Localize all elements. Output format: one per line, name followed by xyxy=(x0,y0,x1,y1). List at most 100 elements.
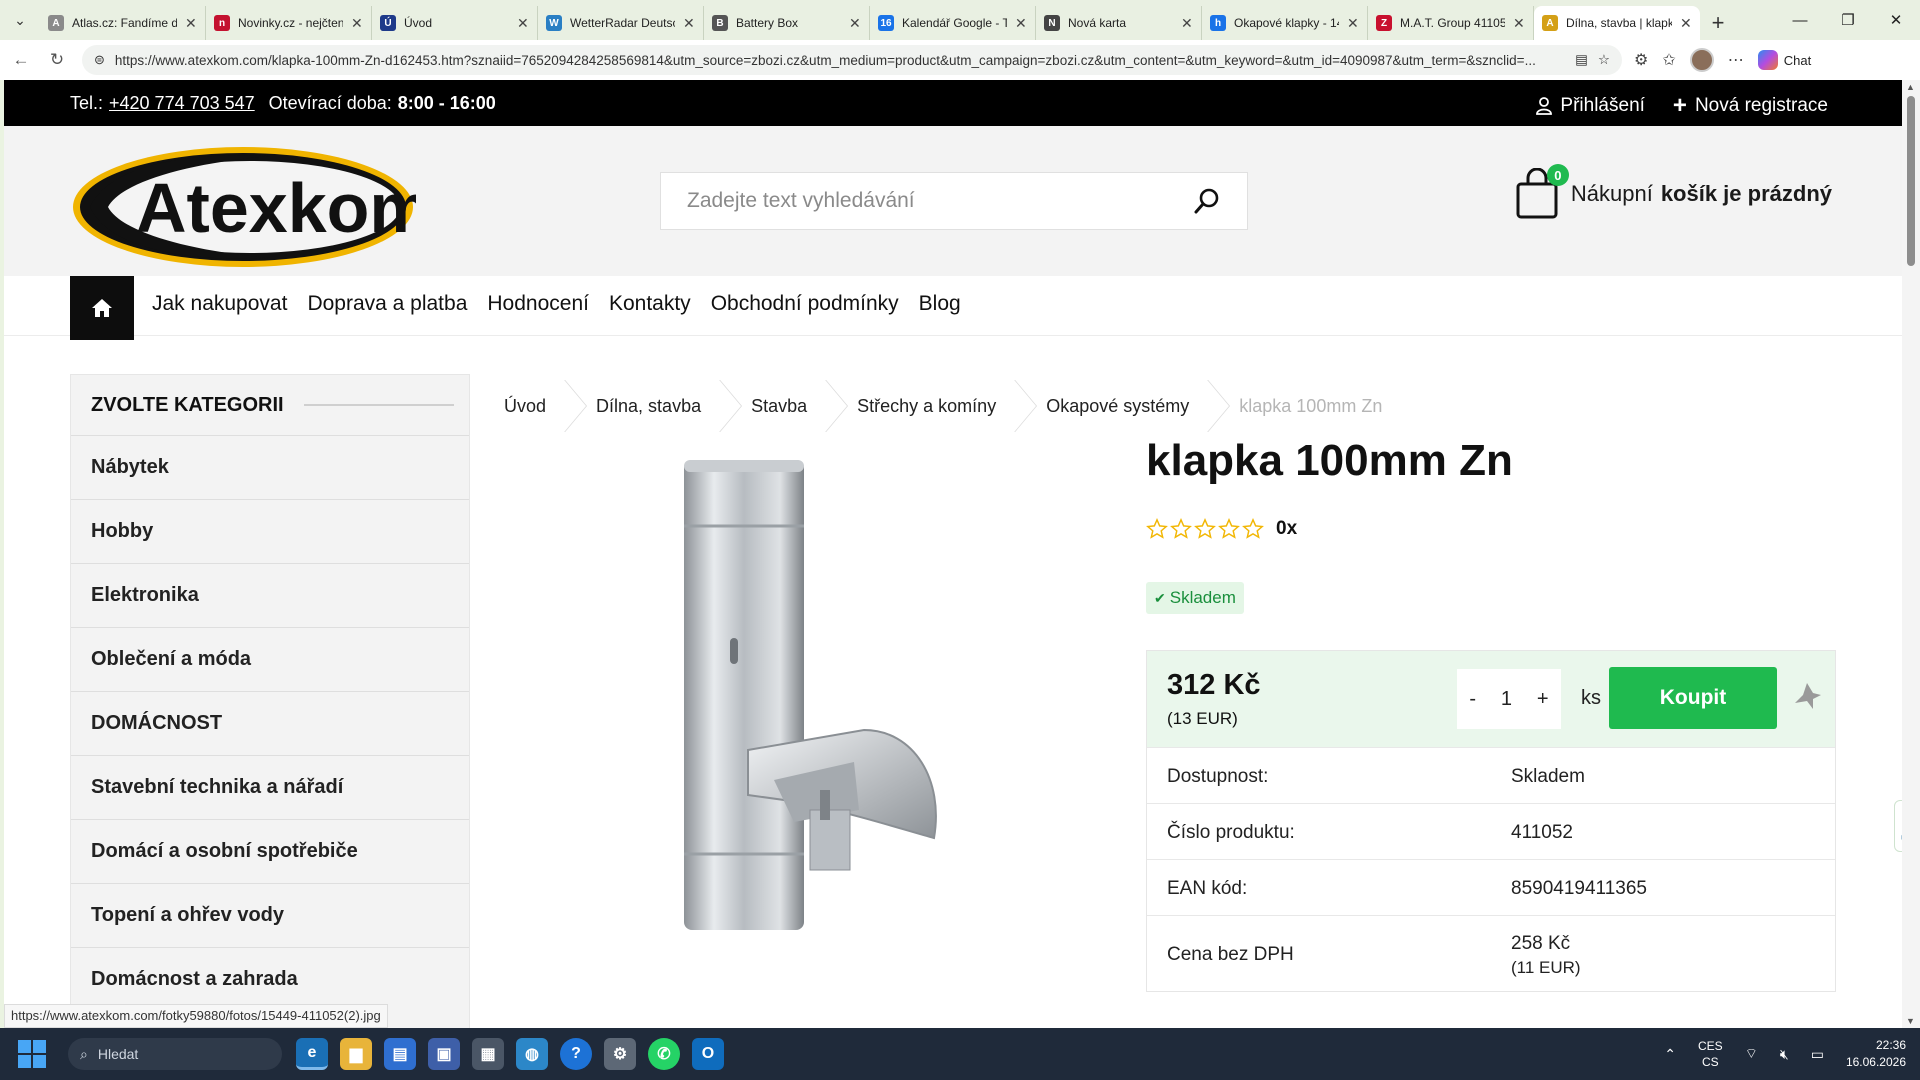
qty-plus-button[interactable]: + xyxy=(1537,688,1549,711)
browser-tab[interactable]: n Novinky.cz - nejčten ✕ xyxy=(206,6,372,40)
minimize-icon[interactable]: — xyxy=(1776,0,1824,40)
rating-stars[interactable]: 0x xyxy=(1146,518,1297,540)
tab-close-icon[interactable]: ✕ xyxy=(849,15,861,32)
network-globe-icon[interactable]: ◍ xyxy=(516,1038,548,1070)
edge-icon[interactable]: e xyxy=(296,1038,328,1070)
url-field[interactable]: ⊜ https://www.atexkom.com/klapka-100mm-Z… xyxy=(82,45,1622,75)
tab-list-chevron-icon[interactable]: ⌄ xyxy=(0,0,40,40)
url-text[interactable]: https://www.atexkom.com/klapka-100mm-Zn-… xyxy=(115,53,1565,68)
site-info-icon[interactable]: ⊜ xyxy=(94,52,105,68)
tab-close-icon[interactable]: ✕ xyxy=(1680,15,1692,32)
breadcrumb-link[interactable]: Střechy a komíny xyxy=(857,380,1046,432)
browser-tab[interactable]: 16 Kalendář Google - T ✕ xyxy=(870,6,1036,40)
close-window-icon[interactable]: ✕ xyxy=(1872,0,1920,40)
nav-item[interactable]: Doprava a platba xyxy=(307,292,467,316)
browser-tab[interactable]: B Battery Box ✕ xyxy=(704,6,870,40)
detail-value-text: 8590419411365 xyxy=(1511,878,1647,899)
copilot-chat-button[interactable]: Chat xyxy=(1757,50,1811,70)
breadcrumb-link[interactable]: Stavba xyxy=(751,380,857,432)
help-icon[interactable]: ? xyxy=(560,1038,592,1070)
language-indicator[interactable]: CES CS xyxy=(1698,1038,1723,1070)
nav-item[interactable]: Kontakty xyxy=(609,292,691,316)
nav-item[interactable]: Blog xyxy=(919,292,961,316)
sidebar-category-item[interactable]: Stavební technika a nářadí xyxy=(71,755,469,819)
browser-tab[interactable]: Z M.A.T. Group 41105 ✕ xyxy=(1368,6,1534,40)
browser-tab[interactable]: N Nová karta ✕ xyxy=(1036,6,1202,40)
breadcrumb-link[interactable]: Dílna, stavba xyxy=(596,380,751,432)
tray-expand-chevron-icon[interactable]: ⌃ xyxy=(1664,1046,1676,1063)
browser-tab[interactable]: W WetterRadar Deutsch ✕ xyxy=(538,6,704,40)
browser-tab[interactable]: A Atlas.cz: Fandíme do ✕ xyxy=(40,6,206,40)
phone-link[interactable]: +420 774 703 547 xyxy=(109,93,255,114)
tab-close-icon[interactable]: ✕ xyxy=(1347,15,1359,32)
sidebar-category-item[interactable]: Domácnost a zahrada xyxy=(71,947,469,1011)
restore-icon[interactable]: ❐ xyxy=(1824,0,1872,40)
page-scrollbar[interactable]: ▲ ▼ xyxy=(1902,80,1920,1028)
reader-mode-icon[interactable]: ▤ xyxy=(1575,52,1588,68)
tab-close-icon[interactable]: ✕ xyxy=(517,15,529,32)
notepad-icon[interactable]: ▣ xyxy=(428,1038,460,1070)
file-explorer-icon[interactable]: ▆ xyxy=(340,1038,372,1070)
search-icon[interactable] xyxy=(1193,187,1221,215)
sidebar-category-item[interactable]: Nábytek xyxy=(71,435,469,499)
breadcrumb-link[interactable]: Okapové systémy xyxy=(1046,380,1239,432)
tab-close-icon[interactable]: ✕ xyxy=(683,15,695,32)
login-link[interactable]: Přihlášení xyxy=(1536,92,1645,120)
browser-tab[interactable]: Ú Úvod ✕ xyxy=(372,6,538,40)
store-icon[interactable]: ▤ xyxy=(384,1038,416,1070)
settings-gear-icon[interactable]: ⚙ xyxy=(604,1038,636,1070)
battery-icon[interactable]: ▭ xyxy=(1811,1046,1824,1063)
whatsapp-icon[interactable]: ✆ xyxy=(648,1038,680,1070)
taskbar-search[interactable]: ⌕ Hledat xyxy=(68,1038,282,1070)
qty-minus-button[interactable]: - xyxy=(1469,688,1476,711)
scroll-thumb[interactable] xyxy=(1907,96,1915,266)
outlook-icon[interactable]: O xyxy=(692,1038,724,1070)
back-arrow-icon[interactable]: ← xyxy=(6,45,36,75)
more-menu-icon[interactable]: ⋯ xyxy=(1728,50,1744,70)
reload-icon[interactable]: ↻ xyxy=(42,45,72,75)
sidebar-category-item[interactable]: DOMÁCNOST xyxy=(71,691,469,755)
volume-muted-icon[interactable]: 🔇︎ xyxy=(1780,1046,1789,1063)
detail-value: 8590419411365 xyxy=(1511,878,1647,900)
tab-close-icon[interactable]: ✕ xyxy=(1513,15,1525,32)
windows-start-icon[interactable] xyxy=(18,1040,46,1068)
sidebar-category-item[interactable]: Elektronika xyxy=(71,563,469,627)
cart-widget[interactable]: 0 Nákupní košík je prázdný xyxy=(1515,164,1832,220)
sidebar-category-item[interactable]: Hobby xyxy=(71,499,469,563)
cart-count-badge: 0 xyxy=(1546,164,1569,186)
clock-time: 22:36 xyxy=(1875,1038,1906,1052)
scroll-up-arrow-icon[interactable]: ▲ xyxy=(1906,82,1915,92)
tab-close-icon[interactable]: ✕ xyxy=(1015,15,1027,32)
home-button[interactable] xyxy=(70,276,134,340)
tab-favicon-icon: N xyxy=(1044,15,1060,31)
buy-button[interactable]: Koupit xyxy=(1609,667,1777,729)
register-link[interactable]: + Nová registrace xyxy=(1673,92,1828,120)
favorite-star-icon[interactable]: ☆ xyxy=(1598,52,1610,68)
tab-close-icon[interactable]: ✕ xyxy=(351,15,363,32)
tab-close-icon[interactable]: ✕ xyxy=(1181,15,1193,32)
watch-pin-icon[interactable] xyxy=(1791,681,1823,713)
new-tab-plus-icon[interactable]: + xyxy=(1700,6,1736,40)
favorites-icon[interactable]: ✩ xyxy=(1662,50,1675,70)
sidebar-category-item[interactable]: Domácí a osobní spotřebiče xyxy=(71,819,469,883)
browser-tab[interactable]: h Okapové klapky - 14 ✕ xyxy=(1202,6,1368,40)
clock[interactable]: 22:36 16.06.2026 xyxy=(1846,1037,1906,1071)
browser-tab[interactable]: A Dílna, stavba | klapk ✕ xyxy=(1534,6,1700,40)
wifi-icon[interactable]: ⌔ xyxy=(1745,1045,1758,1063)
nav-item[interactable]: Obchodní podmínky xyxy=(711,292,899,316)
sidebar-category-item[interactable]: Topení a ohřev vody xyxy=(71,883,469,947)
qty-input[interactable]: 1 xyxy=(1501,688,1512,711)
search-input[interactable]: Zadejte text vyhledávání xyxy=(660,172,1248,230)
extensions-icon[interactable]: ⚙ xyxy=(1634,50,1648,70)
floating-side-widget[interactable]: ⊗ ⓔ xyxy=(1894,800,1902,852)
nav-item[interactable]: Hodnocení xyxy=(487,292,589,316)
nav-item[interactable]: Jak nakupovat xyxy=(152,292,287,316)
scroll-down-arrow-icon[interactable]: ▼ xyxy=(1906,1016,1915,1026)
calculator-icon[interactable]: ▦ xyxy=(472,1038,504,1070)
breadcrumb-link[interactable]: Úvod xyxy=(504,380,596,432)
tab-close-icon[interactable]: ✕ xyxy=(185,15,197,32)
profile-avatar[interactable] xyxy=(1689,48,1714,72)
sidebar-category-item[interactable]: Oblečení a móda xyxy=(71,627,469,691)
atexkom-logo[interactable]: Atexkom xyxy=(70,144,416,270)
product-image[interactable] xyxy=(644,450,984,940)
